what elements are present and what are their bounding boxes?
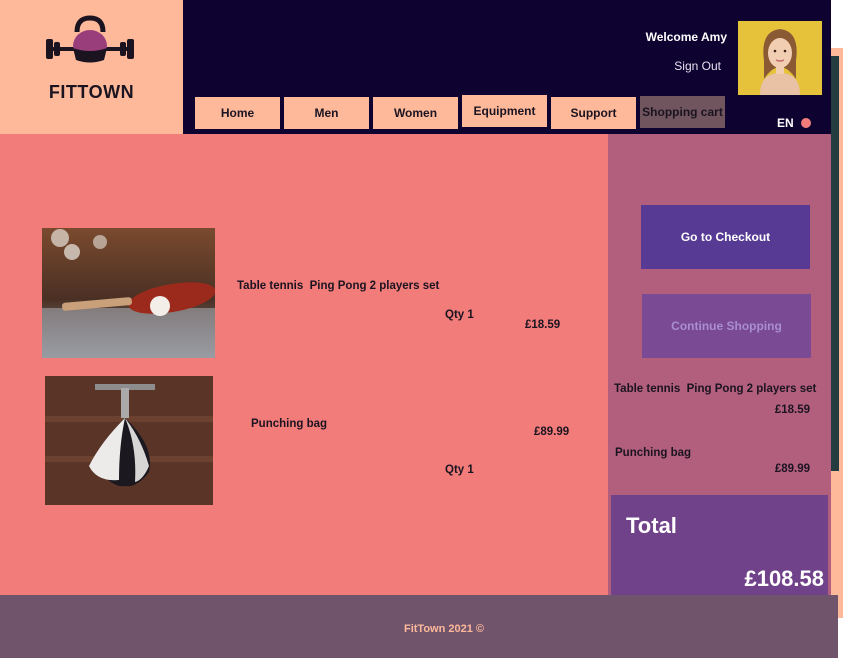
nav-equipment[interactable]: Equipment	[462, 95, 547, 127]
summary-item-price: £89.99	[774, 463, 810, 475]
cart-item-price: £18.59	[525, 319, 561, 331]
cart-item-name[interactable]: Table tennis Ping Pong 2 players set	[237, 280, 439, 292]
user-avatar[interactable]	[738, 21, 822, 95]
top-header: Welcome Amy Sign Out Home Men Women Equi…	[183, 0, 831, 134]
nav-support[interactable]: Support	[551, 97, 636, 129]
ping-pong-paddle-image[interactable]	[42, 228, 215, 358]
right-edge-scrollbar[interactable]	[831, 56, 839, 471]
speed-punching-bag-image[interactable]	[45, 376, 213, 505]
cart-item-name[interactable]: Punching bag	[251, 418, 327, 430]
summary-item-name: Punching bag	[615, 447, 692, 459]
summary-item-name: Table tennis Ping Pong 2 players set	[614, 383, 817, 395]
cart-item-qty[interactable]: Qty 1	[445, 464, 474, 476]
language-selector[interactable]: EN	[777, 116, 811, 130]
nav-women[interactable]: Women	[373, 97, 458, 129]
punching-bag-photo-icon	[45, 376, 213, 505]
main-navigation: Home Men Women Equipment Support Shoppin…	[195, 95, 729, 129]
avatar-portrait-icon	[738, 21, 822, 95]
ping-pong-photo-icon	[42, 228, 215, 358]
footer: FitTown 2021 ©	[0, 595, 838, 658]
language-indicator-dot	[800, 118, 811, 128]
nav-shopping-cart[interactable]: Shopping cart	[640, 96, 725, 128]
nav-home[interactable]: Home	[195, 97, 280, 129]
order-summary-panel: Go to Checkout Continue Shopping Table t…	[608, 134, 831, 595]
cart-item-qty[interactable]: Qty 1	[445, 309, 474, 321]
footer-copyright: FitTown 2021 ©	[403, 623, 485, 635]
brand-name: FITTOWN	[48, 82, 135, 102]
nav-men[interactable]: Men	[284, 97, 369, 129]
total-label: Total	[626, 513, 677, 538]
kettlebell-barbell-logo-icon	[46, 15, 134, 63]
continue-shopping-button[interactable]: Continue Shopping	[642, 294, 811, 358]
cart-items-area: Table tennis Ping Pong 2 players set Qty…	[0, 134, 608, 595]
cart-item-price: £89.99	[534, 426, 570, 438]
logo-panel[interactable]: FITTOWN	[0, 0, 183, 134]
total-box: Total £108.58	[611, 495, 828, 595]
welcome-text: Welcome Amy	[645, 30, 727, 44]
go-to-checkout-button[interactable]: Go to Checkout	[641, 205, 810, 269]
language-code: EN	[777, 116, 794, 130]
total-value: £108.58	[744, 566, 824, 591]
sign-out-link[interactable]: Sign Out	[674, 59, 721, 73]
summary-item-price: £18.59	[774, 404, 810, 416]
